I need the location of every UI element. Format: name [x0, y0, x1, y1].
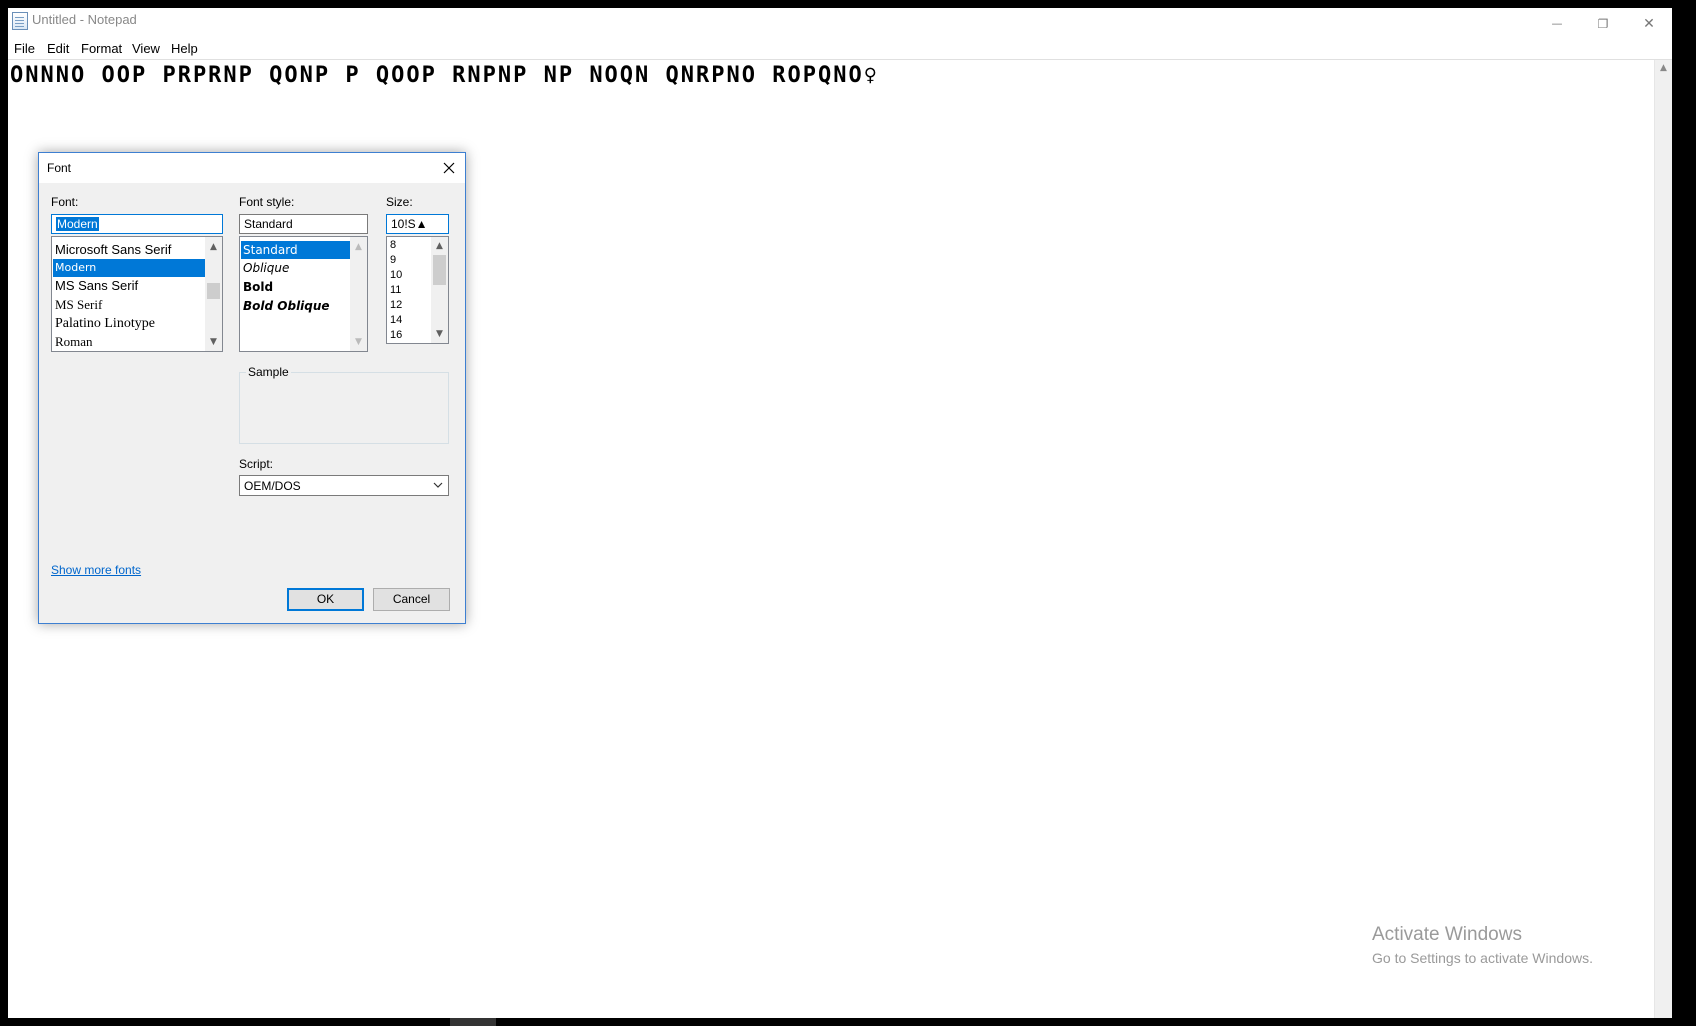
list-item[interactable]: MS Serif	[53, 296, 205, 314]
chevron-down-icon	[433, 482, 443, 488]
ok-button[interactable]: OK	[287, 588, 364, 611]
menu-help[interactable]: Help	[171, 41, 198, 56]
size-list-scrollbar[interactable]: ▲ ▼	[431, 237, 448, 343]
title-bar[interactable]: Untitled - Notepad — ❐ ✕	[8, 8, 1672, 39]
script-label: Script:	[239, 457, 274, 471]
scroll-down-arrow-icon[interactable]: ▼	[205, 334, 222, 351]
sample-group: Sample	[239, 365, 449, 444]
list-item[interactable]: MS Sans Serif	[53, 277, 205, 295]
list-item[interactable]: 10	[388, 268, 402, 283]
watermark-subtitle: Go to Settings to activate Windows.	[1372, 950, 1593, 966]
restore-button[interactable]: ❐	[1580, 8, 1626, 39]
scroll-down-arrow-icon[interactable]: ▼	[350, 334, 367, 351]
size-label: Size:	[386, 195, 413, 209]
scroll-down-arrow-icon[interactable]: ▼	[431, 326, 448, 343]
taskbar	[0, 1018, 1696, 1026]
activate-windows-watermark: Activate Windows Go to Settings to activ…	[1372, 924, 1593, 966]
font-name-list[interactable]: Microsoft Sans Serif Modern MS Sans Seri…	[51, 236, 223, 352]
minimize-icon: —	[1551, 17, 1563, 30]
font-dialog-title: Font	[47, 161, 72, 175]
list-item-selected[interactable]: Standard	[241, 241, 351, 259]
font-size-list[interactable]: 8 9 10 11 12 14 16 ▲ ▼	[386, 236, 449, 344]
close-icon: ✕	[1643, 15, 1655, 32]
scroll-up-arrow-icon[interactable]: ▲	[205, 239, 222, 256]
window-title: Untitled - Notepad	[32, 12, 137, 27]
close-icon	[443, 162, 455, 174]
list-item[interactable]: 16	[388, 328, 402, 343]
scrollbar-thumb[interactable]	[207, 283, 220, 299]
notepad-app-icon[interactable]	[12, 12, 28, 30]
sample-label: Sample	[246, 365, 291, 379]
font-dialog-title-bar[interactable]: Font	[39, 153, 465, 183]
list-item[interactable]: Palatino Linotype	[53, 315, 205, 333]
list-item-selected[interactable]: Modern	[53, 259, 205, 277]
script-dropdown[interactable]: OEM/DOS	[239, 475, 449, 496]
menu-file[interactable]: File	[14, 41, 35, 56]
menu-edit[interactable]: Edit	[47, 41, 69, 56]
watermark-title: Activate Windows	[1372, 924, 1522, 945]
font-label: Font:	[51, 195, 79, 209]
list-item[interactable]: Microsoft Sans Serif	[53, 241, 205, 259]
list-item[interactable]: Oblique	[241, 259, 351, 277]
style-list-scrollbar[interactable]: ▲ ▼	[350, 237, 367, 351]
font-size-input-value: 10!S▲	[391, 217, 428, 231]
font-dialog: Font Font: Modern Microsoft Sans Serif M…	[38, 152, 466, 624]
font-size-input[interactable]: 10!S▲	[386, 214, 449, 234]
list-item[interactable]: Bold Oblique	[241, 297, 351, 315]
cancel-button[interactable]: Cancel	[373, 588, 450, 611]
taskbar-button[interactable]	[450, 1018, 496, 1026]
font-style-label: Font style:	[239, 195, 295, 209]
font-style-input-value: Standard	[244, 217, 293, 231]
script-dropdown-value: OEM/DOS	[244, 479, 301, 493]
list-item[interactable]: 8	[388, 238, 396, 253]
editor-vertical-scrollbar[interactable]: ▲	[1654, 60, 1672, 1019]
scroll-up-arrow-icon[interactable]: ▲	[1655, 60, 1672, 77]
list-item[interactable]: 9	[388, 253, 396, 268]
font-name-input-value: Modern	[56, 217, 99, 231]
editor-content[interactable]: ONNNO OOP PRPRNP QONP P QOOP RNPNP NP NO…	[10, 63, 879, 88]
list-item[interactable]: 14	[388, 313, 402, 328]
scrollbar-thumb[interactable]	[433, 255, 446, 285]
scroll-up-arrow-icon[interactable]: ▲	[431, 238, 448, 255]
font-style-list[interactable]: Standard Oblique Bold Bold Oblique ▲ ▼	[239, 236, 368, 352]
menu-view[interactable]: View	[132, 41, 160, 56]
restore-icon: ❐	[1597, 16, 1609, 31]
list-item[interactable]: 12	[388, 298, 402, 313]
menu-bar: File Edit Format View Help	[8, 39, 1672, 59]
close-button[interactable]: ✕	[1626, 8, 1672, 39]
list-item[interactable]: 11	[388, 283, 401, 298]
font-style-input[interactable]: Standard	[239, 214, 368, 234]
font-list-scrollbar[interactable]: ▲ ▼	[205, 237, 222, 351]
show-more-fonts-link[interactable]: Show more fonts	[51, 563, 141, 577]
font-name-input[interactable]: Modern	[51, 214, 223, 234]
menu-format[interactable]: Format	[81, 41, 122, 56]
list-item[interactable]: Roman	[53, 333, 205, 351]
scroll-up-arrow-icon[interactable]: ▲	[350, 239, 367, 256]
font-dialog-close-button[interactable]	[433, 153, 465, 183]
minimize-button[interactable]: —	[1534, 8, 1580, 39]
list-item[interactable]: Bold	[241, 278, 351, 296]
